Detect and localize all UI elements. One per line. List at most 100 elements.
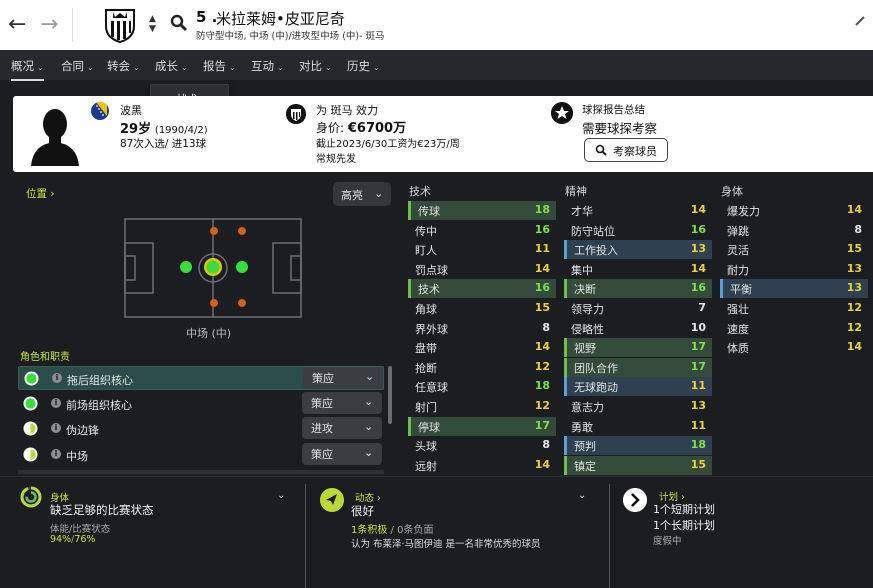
attribute-row[interactable]: 工作投入 13	[564, 240, 712, 260]
squad-status: 常规先发	[316, 154, 356, 165]
attribute-row[interactable]: 传中 16	[408, 221, 556, 240]
attribute-row[interactable]: 镇定 15	[564, 455, 712, 475]
role-row[interactable]: i 中场 策应 ⌄	[18, 443, 384, 467]
chevron-down-icon[interactable]: ⌄	[578, 490, 586, 501]
info-icon[interactable]: i	[52, 373, 62, 383]
attribute-name: 预判	[574, 440, 596, 454]
fitness-ring-icon	[20, 486, 42, 508]
roles-title: 角色和职责	[20, 352, 70, 363]
tab-interaction[interactable]: 互动 ⌄	[251, 58, 284, 74]
role-row[interactable]: i 前场组织核心 策应 ⌄	[18, 392, 384, 416]
attribute-row[interactable]: 意志力 13	[564, 397, 712, 416]
attribute-row[interactable]: 领导力 7	[564, 299, 712, 318]
attribute-row[interactable]: 团队合作 17	[564, 357, 712, 377]
attribute-row[interactable]: 抢断 12	[408, 358, 556, 377]
attribute-row[interactable]: 平衡 13	[720, 279, 868, 299]
attribute-name: 镇定	[574, 459, 596, 473]
club-crest-icon[interactable]	[104, 6, 136, 44]
tab-reports[interactable]: 报告 ⌄	[203, 58, 236, 74]
attribute-row[interactable]: 勇敢 11	[564, 417, 712, 436]
attribute-value: 8	[542, 320, 550, 334]
attribute-row[interactable]: 任意球 18	[408, 377, 556, 396]
search-icon[interactable]	[170, 14, 188, 32]
attribute-value: 14	[534, 457, 550, 471]
chevron-down-icon: ⌄	[87, 63, 94, 72]
tab-development[interactable]: 成长 ⌄	[155, 58, 188, 74]
attribute-row[interactable]: 预判 18	[564, 436, 712, 456]
attribute-row[interactable]: 弹跳 8	[720, 221, 868, 240]
position-dot-dm-left	[210, 227, 218, 235]
plays-for[interactable]: 为 斑马 效力	[316, 102, 378, 118]
attribute-row[interactable]: 盯人 11	[408, 240, 556, 259]
role-rating-half-icon	[23, 421, 38, 436]
roles-scrollbar[interactable]	[388, 366, 392, 424]
role-row[interactable]: i 拖后组织核心 策应 ⌄	[18, 366, 384, 390]
duty-select[interactable]: 进攻 ⌄	[302, 417, 382, 439]
duty-select[interactable]: 策应 ⌄	[303, 367, 383, 389]
attribute-row[interactable]: 无球跑动 11	[564, 377, 712, 397]
chevron-down-icon[interactable]: ⌄	[277, 490, 285, 501]
transfer-value: 身价: €6700万	[316, 121, 407, 136]
scout-player-button[interactable]: 考察球员	[584, 138, 668, 162]
attribute-value: 8	[854, 222, 862, 236]
tab-history[interactable]: 历史 ⌄	[347, 58, 380, 74]
edit-icon[interactable]	[855, 16, 865, 26]
tab-contract[interactable]: 合同 ⌄	[61, 58, 94, 74]
attribute-row[interactable]: 侵略性 10	[564, 319, 712, 338]
player-switch-icon[interactable]: ▲ ▼	[149, 14, 156, 34]
attribute-value: 13	[690, 242, 706, 256]
attribute-name: 盘带	[415, 342, 437, 356]
duty-select[interactable]: 策应 ⌄	[302, 392, 382, 414]
attribute-row[interactable]: 体质 14	[720, 338, 868, 357]
attribute-row[interactable]: 耐力 13	[720, 260, 868, 279]
forward-arrow-icon[interactable]: →	[40, 12, 58, 37]
attribute-value: 10	[690, 320, 706, 334]
attribute-row[interactable]: 头球 8	[408, 436, 556, 455]
attribute-row[interactable]: 集中 14	[564, 260, 712, 279]
technical-title: 技术	[409, 185, 431, 198]
club-badge-icon	[286, 104, 306, 124]
attribute-row[interactable]: 停球 17	[408, 416, 556, 436]
attribute-row[interactable]: 强壮 12	[720, 299, 868, 318]
list-fade	[18, 470, 384, 474]
role-name: 拖后组织核心	[67, 374, 133, 387]
attribute-row[interactable]: 远射 14	[408, 456, 556, 475]
morale-label[interactable]: 动态 ›	[355, 490, 381, 504]
nationality[interactable]: 波黑	[120, 102, 142, 118]
attribute-row[interactable]: 界外球 8	[408, 319, 556, 338]
player-age: 29岁 (1990/4/2)	[120, 122, 208, 137]
position-link[interactable]: 位置 ›	[26, 186, 55, 201]
attribute-row[interactable]: 角球 15	[408, 299, 556, 318]
attribute-row[interactable]: 技术 16	[408, 279, 556, 299]
attribute-row[interactable]: 决断 16	[564, 279, 712, 299]
info-icon[interactable]: i	[51, 398, 61, 408]
position-dot-am-right	[238, 299, 246, 307]
attribute-row[interactable]: 传球 18	[408, 201, 556, 220]
info-icon[interactable]: i	[51, 449, 61, 459]
attribute-name: 体质	[727, 342, 749, 356]
mental-title: 精神	[565, 185, 587, 198]
highlight-dropdown[interactable]: 高亮 ⌄	[333, 182, 391, 206]
role-row[interactable]: i 伪边锋 进攻 ⌄	[18, 417, 384, 441]
attribute-name: 平衡	[730, 283, 752, 297]
attribute-value: 18	[690, 438, 706, 452]
info-icon[interactable]: i	[51, 423, 61, 433]
attribute-row[interactable]: 防守站位 16	[564, 221, 712, 240]
tab-transfer[interactable]: 转会 ⌄	[107, 58, 140, 74]
position-label: 中场 (中)	[186, 327, 232, 340]
attribute-row[interactable]: 盘带 14	[408, 338, 556, 357]
attribute-row[interactable]: 灵活 15	[720, 240, 868, 259]
player-positions: 防守型中场, 中场 (中)/进攻型中场 (中)- 斑马	[196, 31, 385, 42]
back-arrow-icon[interactable]: ←	[8, 12, 26, 37]
divider	[305, 484, 306, 588]
attribute-row[interactable]: 才华 14	[564, 201, 712, 220]
attribute-row[interactable]: 罚点球 14	[408, 260, 556, 279]
tab-overview[interactable]: 概况 ⌄	[11, 58, 44, 81]
attribute-row[interactable]: 射门 12	[408, 397, 556, 416]
attribute-row[interactable]: 速度 12	[720, 319, 868, 338]
duty-select[interactable]: 策应 ⌄	[302, 443, 382, 465]
attribute-row[interactable]: 爆发力 14	[720, 201, 868, 220]
attribute-row[interactable]: 视野 17	[564, 338, 712, 358]
chevron-right-icon[interactable]	[623, 488, 647, 512]
tab-compare[interactable]: 对比 ⌄	[299, 58, 332, 74]
